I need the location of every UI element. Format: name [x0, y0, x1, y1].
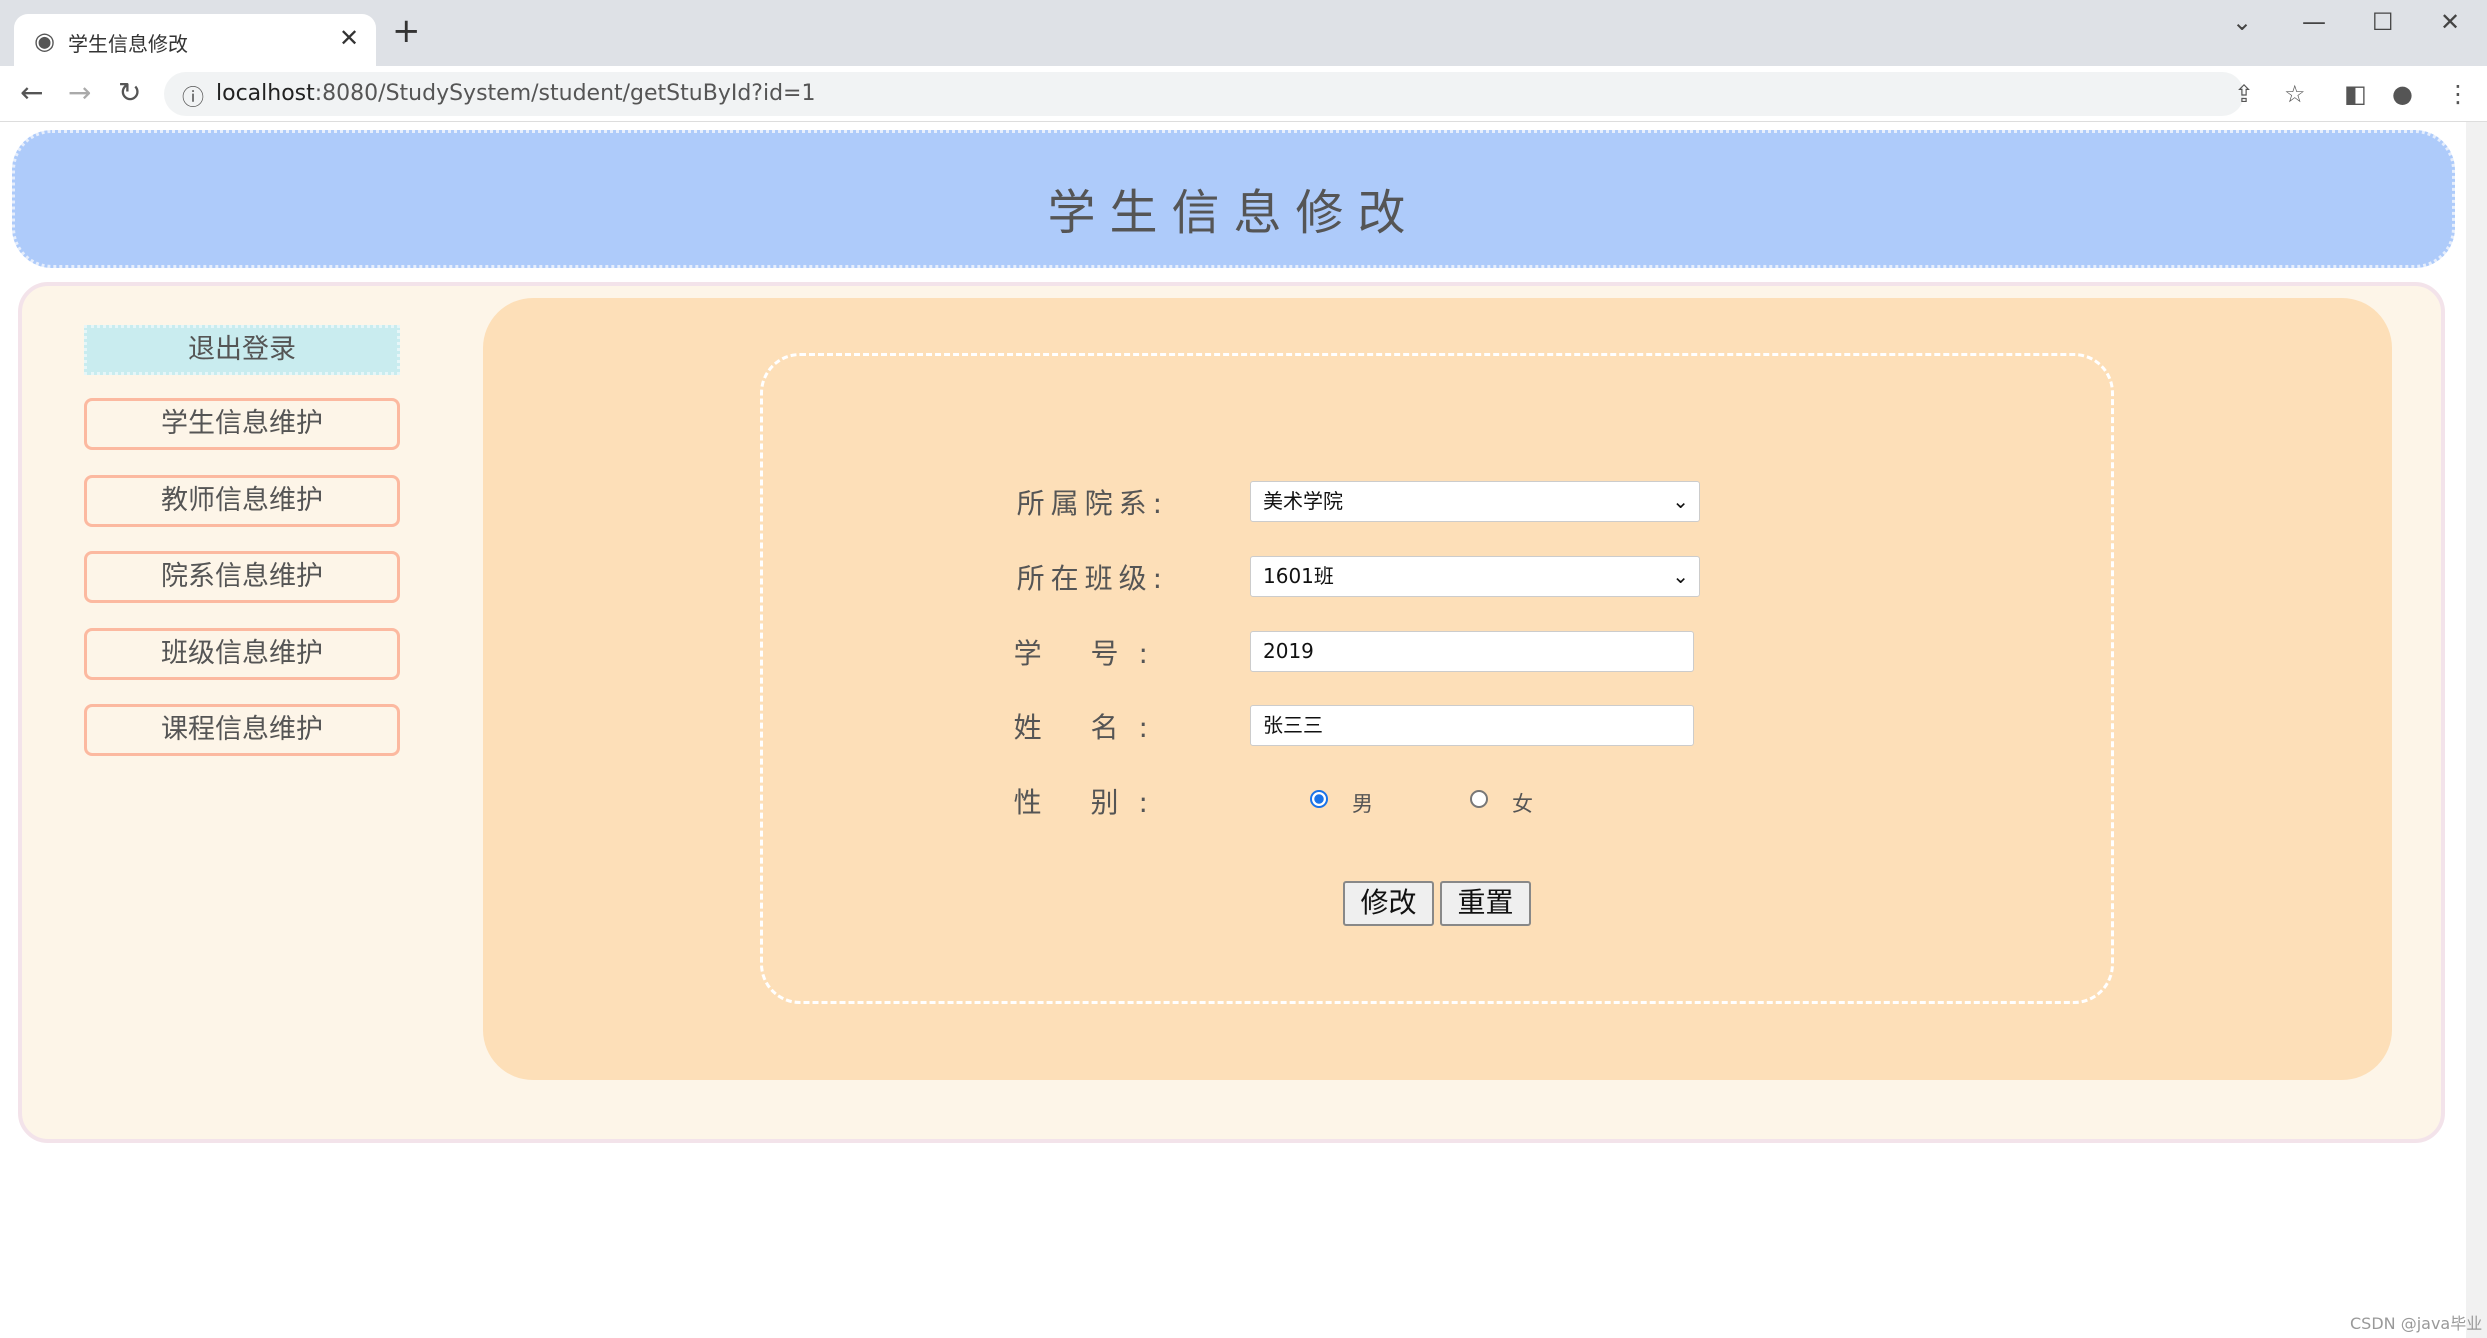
department-value: 美术学院 [1263, 489, 1343, 513]
url-text: localhost:8080/StudySystem/student/getSt… [216, 81, 815, 106]
logout-button[interactable]: 退出登录 [84, 325, 400, 375]
tab-title: 学生信息修改 [68, 32, 188, 56]
profile-icon[interactable]: ● [2392, 80, 2413, 108]
class-select[interactable]: 1601班 ⌄ [1250, 556, 1700, 597]
share-icon[interactable]: ⇪ [2234, 80, 2254, 108]
sidebar-item-teacher[interactable]: 教师信息维护 [84, 475, 400, 527]
maximize-icon[interactable]: ☐ [2372, 8, 2394, 36]
student-id-label: 学 号: [1013, 637, 1168, 670]
browser-tab[interactable]: ◉ 学生信息修改 ✕ [14, 14, 376, 66]
reload-icon[interactable]: ↻ [118, 76, 141, 109]
scrollbar[interactable] [2466, 122, 2487, 1338]
new-tab-icon[interactable]: + [392, 14, 421, 48]
watermark: CSDN @java毕业 [2350, 1314, 2483, 1333]
page-header: 学生信息修改 [12, 130, 2455, 268]
sidebar-item-department[interactable]: 院系信息维护 [84, 551, 400, 603]
gender-male-radio[interactable] [1310, 790, 1328, 808]
forward-icon[interactable]: → [68, 76, 91, 109]
address-bar[interactable]: ⓘ localhost:8080/StudySystem/student/get… [164, 72, 2254, 116]
close-window-icon[interactable]: ✕ [2440, 8, 2460, 36]
submit-button[interactable]: 修改 [1343, 881, 1434, 926]
back-icon[interactable]: ← [20, 76, 43, 109]
chevron-down-icon: ⌄ [1672, 564, 1689, 588]
name-input[interactable]: 张三三 [1250, 705, 1694, 746]
name-label: 姓 名: [1013, 711, 1168, 744]
side-panel-icon[interactable]: ◧ [2344, 80, 2367, 108]
reset-button[interactable]: 重置 [1440, 881, 1531, 926]
info-icon[interactable]: ⓘ [182, 80, 204, 112]
menu-icon[interactable]: ⋮ [2446, 80, 2470, 108]
chevron-down-icon: ⌄ [1672, 489, 1689, 513]
department-select[interactable]: 美术学院 ⌄ [1250, 481, 1700, 522]
sidebar-item-class[interactable]: 班级信息维护 [84, 628, 400, 680]
tab-search-icon[interactable]: ⌄ [2232, 8, 2252, 36]
sidebar-item-course[interactable]: 课程信息维护 [84, 704, 400, 756]
gender-label: 性 别: [1013, 786, 1168, 819]
gender-male-label: 男 [1352, 792, 1373, 816]
url-host: localhost [216, 81, 315, 106]
bookmark-star-icon[interactable]: ☆ [2284, 80, 2306, 108]
browser-tab-bar: ◉ 学生信息修改 ✕ + ⌄ — ☐ ✕ [0, 0, 2487, 66]
class-value: 1601班 [1263, 564, 1334, 588]
address-row: ← → ↻ ⓘ localhost:8080/StudySystem/stude… [0, 66, 2487, 122]
gender-female-label: 女 [1512, 792, 1533, 816]
globe-icon: ◉ [34, 27, 55, 55]
url-path: :8080/StudySystem/student/getStuById?id=… [314, 81, 816, 106]
student-id-input[interactable]: 2019 [1250, 631, 1694, 672]
department-label: 所属院系: [1016, 487, 1168, 520]
form-box [760, 353, 2114, 1004]
minimize-icon[interactable]: — [2302, 8, 2326, 36]
page-title: 学生信息修改 [1047, 185, 1420, 241]
gender-female-radio[interactable] [1470, 790, 1488, 808]
class-label: 所在班级: [1016, 562, 1168, 595]
close-tab-icon[interactable]: ✕ [339, 24, 359, 52]
sidebar-item-student[interactable]: 学生信息维护 [84, 398, 400, 450]
